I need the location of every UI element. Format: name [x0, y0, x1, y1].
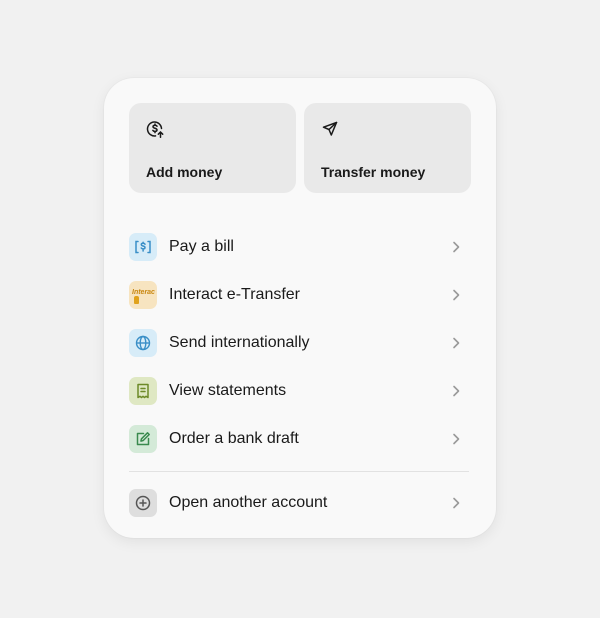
open-account-icon-box	[129, 489, 157, 517]
open-account-label: Open another account	[169, 494, 328, 511]
edit-document-icon	[136, 432, 150, 446]
send-internationally-item[interactable]: Send internationally	[129, 319, 469, 367]
plus-circle-icon	[135, 495, 151, 511]
chevron-right-icon	[453, 385, 460, 397]
transfer-money-label: Transfer money	[321, 164, 426, 180]
quick-actions: Add money Transfer money	[129, 103, 471, 193]
divider	[129, 471, 469, 472]
transfer-money-button[interactable]: Transfer money	[304, 103, 471, 193]
send-internationally-label: Send internationally	[169, 334, 310, 351]
bank-draft-item[interactable]: Order a bank draft	[129, 415, 469, 463]
chevron-right-icon	[453, 497, 460, 509]
action-list: Pay a bill Interac Interact e-Transfer S…	[129, 223, 469, 527]
globe-icon-box	[129, 329, 157, 357]
interac-transfer-label: Interact e-Transfer	[169, 286, 301, 303]
pay-bill-label: Pay a bill	[169, 238, 234, 255]
pay-bill-icon-box	[129, 233, 157, 261]
interac-logo: Interac	[132, 289, 155, 296]
actions-card: Add money Transfer money Pay a bill Inte…	[104, 78, 496, 538]
chevron-right-icon	[453, 289, 460, 301]
statement-icon-box	[129, 377, 157, 405]
bill-icon	[135, 240, 151, 254]
chevron-right-icon	[453, 241, 460, 253]
statement-icon	[137, 383, 149, 399]
chevron-right-icon	[453, 433, 460, 445]
paper-plane-icon	[322, 121, 338, 136]
dollar-add-icon	[146, 121, 164, 138]
interac-icon-box: Interac	[129, 281, 157, 309]
add-money-label: Add money	[146, 164, 223, 180]
interac-transfer-item[interactable]: Interac Interact e-Transfer	[129, 271, 469, 319]
chevron-right-icon	[453, 337, 460, 349]
pay-bill-item[interactable]: Pay a bill	[129, 223, 469, 271]
open-account-item[interactable]: Open another account	[129, 479, 469, 527]
bank-draft-icon-box	[129, 425, 157, 453]
view-statements-label: View statements	[169, 382, 287, 399]
add-money-button[interactable]: Add money	[129, 103, 296, 193]
globe-icon	[135, 335, 151, 351]
interac-hand-icon	[134, 296, 139, 304]
bank-draft-label: Order a bank draft	[169, 430, 299, 447]
view-statements-item[interactable]: View statements	[129, 367, 469, 415]
